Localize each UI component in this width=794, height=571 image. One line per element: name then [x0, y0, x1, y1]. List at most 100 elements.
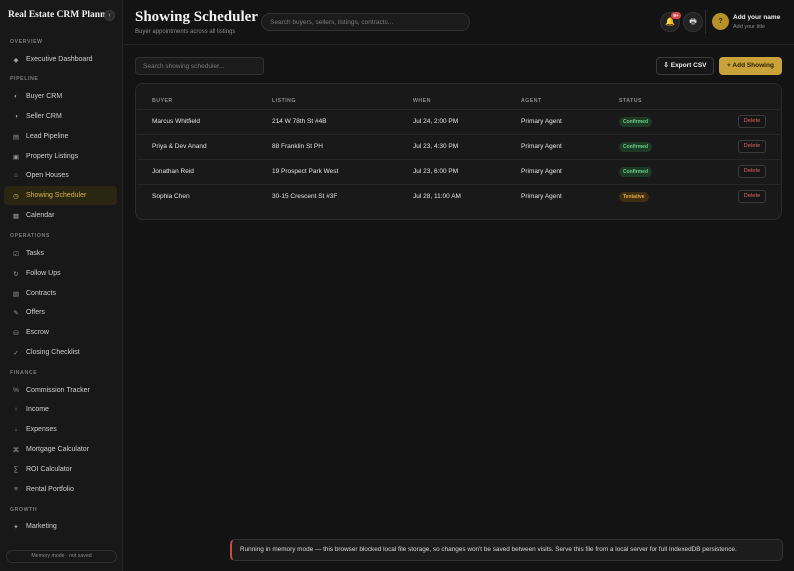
- sidebar-item-label: Income: [26, 406, 49, 413]
- section-finance: FINANCE: [10, 370, 38, 376]
- table-row[interactable]: Priya & Dev Anand 88 Franklin St PH Jul …: [137, 134, 782, 159]
- sidebar-item-label: Calendar: [26, 212, 55, 219]
- profile-name: Add your name: [733, 14, 781, 21]
- sidebar-item-tasks[interactable]: ☑ Tasks: [4, 244, 117, 263]
- listing-icon: ▣: [12, 153, 20, 161]
- listing-cell: 88 Franklin St PH: [272, 143, 323, 150]
- buyer-icon: ◐: [14, 93, 18, 100]
- table-row[interactable]: Sophia Chen 30-15 Crescent St #3F Jul 28…: [137, 184, 782, 209]
- sidebar-item-lead-pipeline[interactable]: ▤ Lead Pipeline: [4, 127, 117, 146]
- delete-button[interactable]: Delete: [738, 115, 766, 128]
- sidebar-item-label: Commission Tracker: [26, 387, 90, 394]
- sidebar-item-label: Escrow: [26, 329, 49, 336]
- pipeline-icon: ▤: [12, 133, 20, 141]
- buyer-cell: Priya & Dev Anand: [152, 143, 207, 150]
- sidebar-item-income[interactable]: ↑ Income: [4, 400, 117, 419]
- memory-mode-indicator: Memory mode · not saved: [6, 550, 117, 563]
- delete-button[interactable]: Delete: [738, 190, 766, 203]
- section-pipeline: PIPELINE: [10, 76, 39, 82]
- app-window: Real Estate CRM Planner ‹ OVERVIEW ◆ Exec…: [0, 0, 794, 571]
- column-header-status: STATUS: [619, 98, 642, 104]
- agent-cell: Primary Agent: [521, 193, 562, 200]
- vault-icon: ⛁: [13, 329, 19, 337]
- section-overview: OVERVIEW: [10, 39, 43, 45]
- sidebar-item-follow-ups[interactable]: ↻ Follow Ups: [4, 264, 117, 283]
- buyer-cell: Marcus Whitfield: [152, 118, 201, 125]
- status-badge: Confirmed: [619, 117, 652, 127]
- sidebar-item-label: ROI Calculator: [26, 466, 72, 473]
- sidebar-item-seller-crm[interactable]: ◑ Seller CRM: [4, 107, 117, 126]
- sparkle-icon: ✦: [13, 523, 19, 531]
- status-badge: Confirmed: [619, 142, 652, 152]
- buyer-cell: Sophia Chen: [152, 193, 190, 200]
- print-icon[interactable]: 🖶: [683, 12, 703, 32]
- sidebar-item-expenses[interactable]: ↓ Expenses: [4, 420, 117, 439]
- listing-cell: 19 Prospect Park West: [272, 168, 339, 175]
- global-search-input[interactable]: [261, 13, 470, 31]
- agent-cell: Primary Agent: [521, 168, 562, 175]
- sidebar-item-showing-scheduler[interactable]: ◷ Showing Scheduler: [4, 186, 117, 205]
- list-icon: ≡: [14, 486, 18, 493]
- memory-mode-toast: Running in memory mode — this browser bl…: [230, 539, 783, 561]
- sidebar-item-open-houses[interactable]: ⌂ Open Houses: [4, 166, 117, 185]
- table-row[interactable]: Marcus Whitfield 214 W 78th St #4B Jul 2…: [137, 109, 782, 134]
- sidebar-item-calendar[interactable]: ▦ Calendar: [4, 206, 117, 225]
- sidebar-item-escrow[interactable]: ⛁ Escrow: [4, 323, 117, 342]
- section-growth: GROWTH: [10, 507, 38, 513]
- showing-search-input[interactable]: [135, 57, 264, 75]
- when-cell: Jul 23, 6:00 PM: [413, 168, 459, 175]
- seller-icon: ◑: [14, 113, 18, 120]
- sidebar-item-label: Open Houses: [26, 172, 69, 179]
- avatar: ?: [712, 13, 729, 30]
- column-header-when: WHEN: [413, 98, 431, 104]
- collapse-sidebar-button[interactable]: ‹: [104, 10, 115, 21]
- add-showing-button[interactable]: + Add Showing: [719, 57, 782, 75]
- when-cell: Jul 23, 4:30 PM: [413, 143, 459, 150]
- page-title: Showing Scheduler: [135, 9, 258, 25]
- section-operations: OPERATIONS: [10, 233, 50, 239]
- when-cell: Jul 28, 11:00 AM: [413, 193, 461, 200]
- delete-button[interactable]: Delete: [738, 140, 766, 153]
- sidebar-item-buyer-crm[interactable]: ◐ Buyer CRM: [4, 87, 117, 106]
- page-subtitle: Buyer appointments across all listings: [135, 29, 236, 35]
- sidebar-item-label: Tasks: [26, 250, 44, 257]
- sidebar-item-label: Seller CRM: [26, 113, 62, 120]
- profile-menu[interactable]: ? Add your name Add your title: [709, 11, 783, 33]
- app-title: Real Estate CRM Planner: [8, 10, 114, 20]
- sidebar-item-roi-calculator[interactable]: ∑ ROI Calculator: [4, 460, 117, 479]
- export-csv-button[interactable]: ⇩ Export CSV: [656, 57, 714, 75]
- column-header-agent: AGENT: [521, 98, 542, 104]
- listing-cell: 30-15 Crescent St #3F: [272, 193, 338, 200]
- listing-cell: 214 W 78th St #4B: [272, 118, 327, 125]
- calendar-icon: ▦: [12, 212, 20, 220]
- header-divider: [705, 10, 706, 34]
- showings-table: BUYER LISTING WHEN AGENT STATUS Marcus W…: [135, 83, 782, 220]
- sidebar-item-label: Property Listings: [26, 153, 79, 160]
- notification-badge: 9+: [671, 12, 681, 19]
- sidebar-item-closing-checklist[interactable]: ✓ Closing Checklist: [4, 343, 117, 362]
- status-badge: Tentative: [619, 192, 649, 202]
- percent-icon: %: [13, 387, 19, 394]
- sidebar-item-offers[interactable]: ✎ Offers: [4, 303, 117, 322]
- clock-icon: ◷: [13, 192, 19, 200]
- sidebar-item-marketing[interactable]: ✦ Marketing: [4, 517, 117, 536]
- calculator-icon: ⌘: [12, 446, 20, 454]
- sidebar-item-property-listings[interactable]: ▣ Property Listings: [4, 147, 117, 166]
- sidebar-item-label: Showing Scheduler: [26, 192, 87, 199]
- sidebar-item-contracts[interactable]: ▧ Contracts: [4, 284, 117, 303]
- sidebar-item-commission-tracker[interactable]: % Commission Tracker: [4, 381, 117, 400]
- sidebar-item-label: Offers: [26, 309, 45, 316]
- sidebar-item-label: Rental Portfolio: [26, 486, 74, 493]
- house-icon: ⌂: [14, 172, 18, 179]
- sidebar-item-executive-dashboard[interactable]: ◆ Executive Dashboard: [4, 50, 117, 69]
- checkbox-icon: ☑: [13, 250, 19, 258]
- sidebar-item-label: Lead Pipeline: [26, 133, 69, 140]
- table-row[interactable]: Jonathan Reid 19 Prospect Park West Jul …: [137, 159, 782, 184]
- refresh-icon: ↻: [13, 270, 19, 278]
- delete-button[interactable]: Delete: [738, 165, 766, 178]
- pencil-icon: ✎: [13, 309, 19, 317]
- agent-cell: Primary Agent: [521, 143, 562, 150]
- sidebar-item-label: Mortgage Calculator: [26, 446, 90, 453]
- sidebar-item-rental-portfolio[interactable]: ≡ Rental Portfolio: [4, 480, 117, 499]
- sidebar-item-mortgage-calculator[interactable]: ⌘ Mortgage Calculator: [4, 440, 117, 459]
